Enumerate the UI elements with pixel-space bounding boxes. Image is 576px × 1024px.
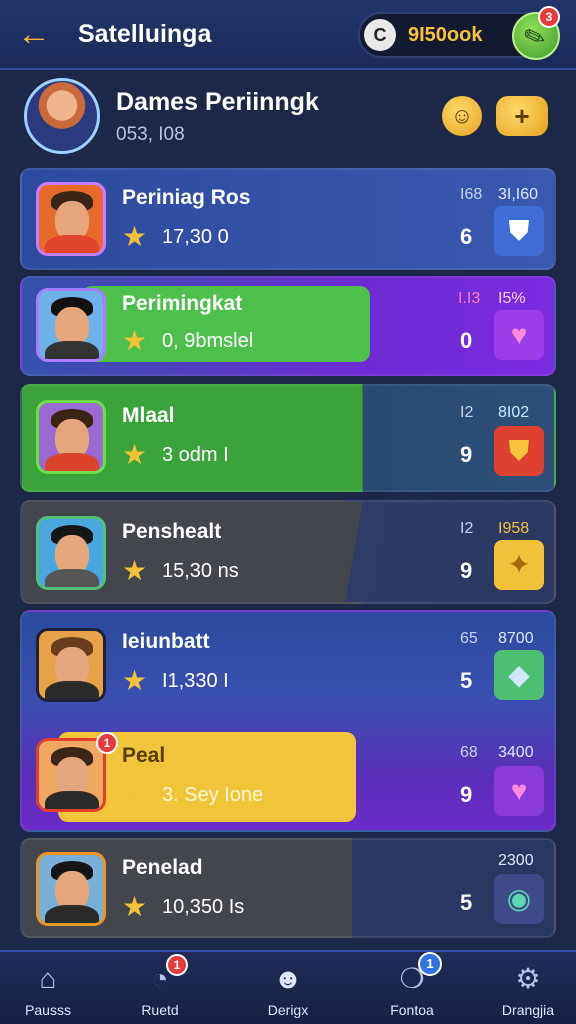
card-stat: I1,330 I <box>162 670 229 692</box>
star-icon: ★ <box>122 665 148 696</box>
player-avatar <box>36 516 106 590</box>
nav-item-pausss[interactable]: ⌂ Pausss <box>0 952 96 1024</box>
player-avatar[interactable] <box>36 738 106 812</box>
score-value: 8700 <box>498 630 534 647</box>
rank-number: 5 <box>460 890 473 915</box>
leaderboard-card[interactable]: Mlaal ★ 3 odm I I2 8I02 9 ⛊ <box>20 384 556 492</box>
heart-icon[interactable]: ♥ <box>494 310 544 360</box>
add-button[interactable]: + <box>496 96 548 136</box>
nav-label: Fontoa <box>390 1002 434 1018</box>
smile-button[interactable]: ☺ <box>442 96 482 136</box>
star-icon: ★ <box>122 891 148 922</box>
shield-icon[interactable]: ⛊ <box>494 426 544 476</box>
small-count: I2 <box>460 404 474 421</box>
notification-badge: 3 <box>538 6 560 28</box>
notification-badge: 1 <box>418 952 442 976</box>
player-avatar <box>36 852 106 926</box>
leaderboard-card[interactable]: Penshealt ★ 15,30 ns I2 I958 9 ✦ <box>20 500 556 604</box>
player-avatar <box>36 400 106 474</box>
card-stat: 3 odm I <box>162 444 229 466</box>
rank-number: 5 <box>460 668 473 693</box>
app-title: Satelluinga <box>78 20 212 48</box>
small-count: 68 <box>460 744 478 761</box>
nav-label: Derigx <box>267 1002 309 1018</box>
nav-item-drangjia[interactable]: ⚙ Drangjia <box>480 952 576 1024</box>
card-title: Penelad <box>122 856 203 879</box>
coin-icon: C <box>364 19 396 51</box>
player-avatar <box>36 182 106 256</box>
card-title: Ieiunbatt <box>122 630 210 653</box>
nav-item-ruetd[interactable]: ◔ 1 Ruetd <box>112 952 208 1024</box>
nav-item-fontoa[interactable]: ❍ 1 Fontoa <box>364 952 460 1024</box>
profile-subtitle: 053, I08 <box>116 124 185 145</box>
card-title: Peal <box>122 744 166 767</box>
gear-icon: ⚙ <box>515 963 541 994</box>
leaderboard-card[interactable]: Penelad ★ 10,350 Is 2300 5 ◉ <box>20 838 556 938</box>
card-stat: 10,350 Is <box>162 896 245 918</box>
rank-number: 0 <box>460 328 473 353</box>
card-stat: 17,30 0 <box>162 226 229 248</box>
leaderboard-group: Ieiunbatt ★ I1,330 I 65 8700 5 ◆ 1 Peal … <box>20 610 556 832</box>
heart-icon[interactable]: ♥ <box>494 766 544 816</box>
star-icon: ★ <box>122 555 148 586</box>
nav-label: Ruetd <box>141 1002 179 1018</box>
small-count: I.I3 <box>458 290 481 307</box>
score-value: I5% <box>498 290 526 307</box>
orb-icon[interactable]: ◉ <box>494 874 544 924</box>
card-title: Periniag Ros <box>122 186 251 209</box>
rank-number: 6 <box>460 224 473 249</box>
card-title: Mlaal <box>122 404 175 427</box>
star-icon: ★ <box>122 221 148 252</box>
notification-badge: 1 <box>96 732 118 754</box>
star-icon: ★ <box>122 325 148 356</box>
rank-number: 9 <box>460 782 473 807</box>
score-value: 2300 <box>498 852 534 869</box>
shield-icon[interactable]: ⛊ <box>494 206 544 256</box>
gem-icon[interactable]: ◆ <box>494 650 544 700</box>
score-value: 3400 <box>498 744 534 761</box>
bottom-nav: ⌂ Pausss ◔ 1 Ruetd ☻ Derigx ❍ 1 Fontoa ⚙… <box>0 950 576 1024</box>
rank-number: 9 <box>460 442 473 467</box>
score-value: 3I,I60 <box>498 186 539 203</box>
leaderboard-card[interactable]: Perimingkat ★ 0, 9bmslel I.I3 I5% 0 ♥ <box>20 276 556 376</box>
small-count: I68 <box>460 186 483 203</box>
nav-label: Pausss <box>25 1002 71 1018</box>
card-stat: 3. Sey Ione <box>162 784 264 806</box>
card-stat: 15,30 ns <box>162 560 239 582</box>
house-icon: ⌂ <box>39 963 57 994</box>
rank-number: 9 <box>460 558 473 583</box>
smile-icon: ☺ <box>450 103 474 128</box>
puzzle-icon[interactable]: ✦ <box>494 540 544 590</box>
top-bar: ← Satelluinga C 9I50ook ✎ 3 <box>0 0 576 70</box>
small-count: 65 <box>460 630 478 647</box>
score-value: I958 <box>498 520 530 537</box>
leaderboard-card[interactable]: Periniag Ros ★ 17,30 0 I68 3I,I60 6 ⛊ <box>20 168 556 270</box>
coin-value: 9I50ook <box>408 24 483 46</box>
small-count: I2 <box>460 520 474 537</box>
card-title: Penshealt <box>122 520 222 543</box>
profile-name: Dames Periinngk <box>116 88 319 116</box>
card-stat: 0, 9bmslel <box>162 330 254 352</box>
star-icon: ★ <box>122 779 148 810</box>
nav-label: Drangjia <box>501 1002 555 1018</box>
player-avatar[interactable] <box>36 628 106 702</box>
notification-badge: 1 <box>166 954 188 976</box>
player-avatar <box>36 288 106 362</box>
back-arrow-icon[interactable]: ← <box>14 14 54 54</box>
nav-item-derigx[interactable]: ☻ Derigx <box>240 952 336 1024</box>
face-icon: ☻ <box>273 963 303 994</box>
card-title: Perimingkat <box>122 292 243 315</box>
score-value: 8I02 <box>498 404 530 421</box>
star-icon: ★ <box>122 439 148 470</box>
profile-avatar[interactable] <box>24 78 100 154</box>
